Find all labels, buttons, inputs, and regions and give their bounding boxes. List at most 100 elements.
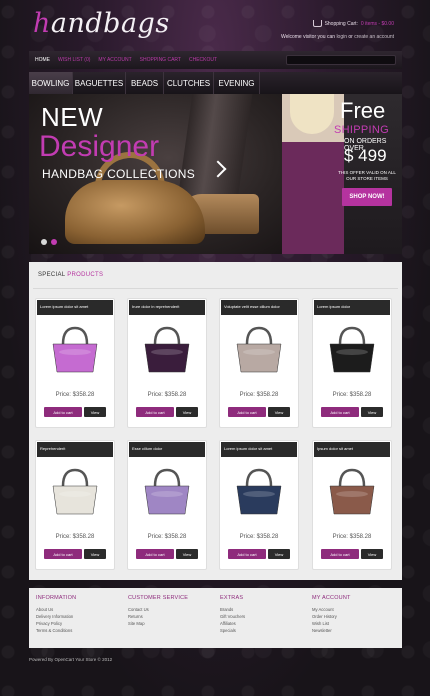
promo-free-text: Free [340,98,386,123]
view-button[interactable]: View [361,407,383,417]
site-logo[interactable]: handbags [33,8,170,39]
product-name[interactable]: Ipsum dolor sit amet [314,442,390,457]
view-button[interactable]: View [176,407,198,417]
login-link[interactable]: login [336,34,347,40]
or-text: or [348,34,353,40]
product-name[interactable]: Reprehenderit [37,442,113,457]
category-clutches[interactable]: CLUTCHES [164,72,214,94]
add-to-cart-button[interactable]: Add to cart [228,549,266,559]
topnav-checkout[interactable]: CHECKOUT [189,57,217,63]
search-input[interactable] [286,55,396,65]
product-name[interactable]: Voluptate velit esse cillum dolor [221,300,297,315]
footer-link[interactable]: Affiliates [220,620,300,627]
copyright-text: Powered By OpenCart Your Store © 2012 [29,657,113,662]
logo-text: andbags [50,8,170,39]
product-image[interactable] [138,463,196,519]
footer-link[interactable]: Brands [220,606,300,613]
category-beads[interactable]: BEADS [126,72,164,94]
topnav-wishlist[interactable]: WISH LIST (0) [58,57,90,63]
product-name[interactable]: Lorem ipsum dolor sit amet [37,300,113,315]
add-to-cart-button[interactable]: Add to cart [321,549,359,559]
product-image[interactable] [230,463,288,519]
footer-link[interactable]: About Us [36,606,116,613]
add-to-cart-button[interactable]: Add to cart [44,549,82,559]
footer-link[interactable]: Returns [128,613,208,620]
footer-col-title: EXTRAS [220,595,244,601]
footer-col-title: CUSTOMER SERVICE [128,595,189,601]
product-name[interactable]: Irure dolor in reprehenderit [129,300,205,315]
category-nav: BOWLING BAGUETTES BEADS CLUTCHES EVENING [29,72,402,94]
product-card: Voluptate velit esse cillum dolor Price: … [219,298,299,428]
topnav-account[interactable]: MY ACCOUNT [98,57,131,63]
product-name[interactable]: Lorem ipsum dolor [314,300,390,315]
section-title: SPECIAL PRODUCTS [38,272,103,278]
section-title-plain: SPECIAL [38,272,66,278]
welcome-line: Welcome visitor you can login or create … [281,34,394,40]
shopping-cart-icon [312,20,322,27]
category-bowling[interactable]: BOWLING [29,72,73,94]
shop-now-button[interactable]: SHOP NOW! [342,188,392,206]
footer-link[interactable]: Wish List [312,620,392,627]
cart-summary[interactable]: Shopping Cart: 0 items - $0.00 [281,20,394,27]
footer-link[interactable]: My Account [312,606,392,613]
category-evening[interactable]: EVENING [214,72,260,94]
footer-link[interactable]: Site Map [128,620,208,627]
topnav-cart[interactable]: SHOPPING CART [140,57,181,63]
add-to-cart-button[interactable]: Add to cart [228,407,266,417]
top-nav: HOME WISH LIST (0) MY ACCOUNT SHOPPING C… [29,51,402,69]
view-button[interactable]: View [176,549,198,559]
add-to-cart-button[interactable]: Add to cart [321,407,359,417]
product-card: Reprehenderit Price: $358.28 Add to cart Vi… [35,440,115,570]
product-name[interactable]: Lorem ipsum dolor sit amet [221,442,297,457]
footer-link[interactable]: Order History [312,613,392,620]
slider-dot[interactable] [41,239,47,245]
price-prefix: Price: [147,392,163,398]
create-account-link[interactable]: create an account [354,34,394,40]
page: handbags Shopping Cart: 0 items - $0.00 … [29,0,402,696]
view-button[interactable]: View [268,407,290,417]
view-button[interactable]: View [84,407,106,417]
price-prefix: Price: [332,534,348,540]
category-baguettes[interactable]: BAGUETTES [73,72,126,94]
footer-col-information: INFORMATION About Us Delivery Informatio… [36,595,116,634]
view-button[interactable]: View [361,549,383,559]
footer-link[interactable]: Specials [220,627,300,634]
product-image[interactable] [323,321,381,377]
product-image[interactable] [230,321,288,377]
product-name[interactable]: Esse cillum dolor [129,442,205,457]
footer-link[interactable]: Privacy Policy [36,620,116,627]
cart-info: Shopping Cart: 0 items - $0.00 Welcome v… [281,20,394,40]
footer-link[interactable]: Terms & Conditions [36,627,116,634]
footer-link[interactable]: Newsletter [312,627,392,634]
product-image[interactable] [46,463,104,519]
product-image[interactable] [323,463,381,519]
topnav-home[interactable]: HOME [35,57,50,63]
price-value: $358.28 [72,534,95,540]
price-prefix: Price: [147,534,163,540]
promo-amount: $ 499 [344,146,387,165]
add-to-cart-button[interactable]: Add to cart [44,407,82,417]
banner-designer-text: Designer [39,130,160,163]
add-to-cart-button[interactable]: Add to cart [136,407,174,417]
product-card: Lorem ipsum dolor sit amet Price: $358.28… [35,298,115,428]
footer: INFORMATION About Us Delivery Informatio… [29,588,402,648]
view-button[interactable]: View [84,549,106,559]
view-button[interactable]: View [268,549,290,559]
price-value: $358.28 [164,534,187,540]
banner-slide[interactable]: NEW Designer HANDBAG COLLECTIONS [29,94,282,254]
price-prefix: Price: [55,392,71,398]
product-price: Price: $358.28 [128,392,206,398]
footer-link[interactable]: Gift Vouchers [220,613,300,620]
footer-col-my-account: MY ACCOUNT My Account Order History Wish… [312,595,392,634]
handbag-icon [144,326,190,373]
product-card: Ipsum dolor sit amet Price: $358.28 Add to… [312,440,392,570]
slider-dot-active[interactable] [51,239,57,245]
price-prefix: Price: [55,534,71,540]
add-to-cart-button[interactable]: Add to cart [136,549,174,559]
footer-link[interactable]: Contact Us [128,606,208,613]
product-image[interactable] [138,321,196,377]
product-image[interactable] [46,321,104,377]
price-value: $358.28 [164,392,187,398]
footer-link[interactable]: Delivery Information [36,613,116,620]
promo-shipping-text: SHIPPING [334,124,389,136]
